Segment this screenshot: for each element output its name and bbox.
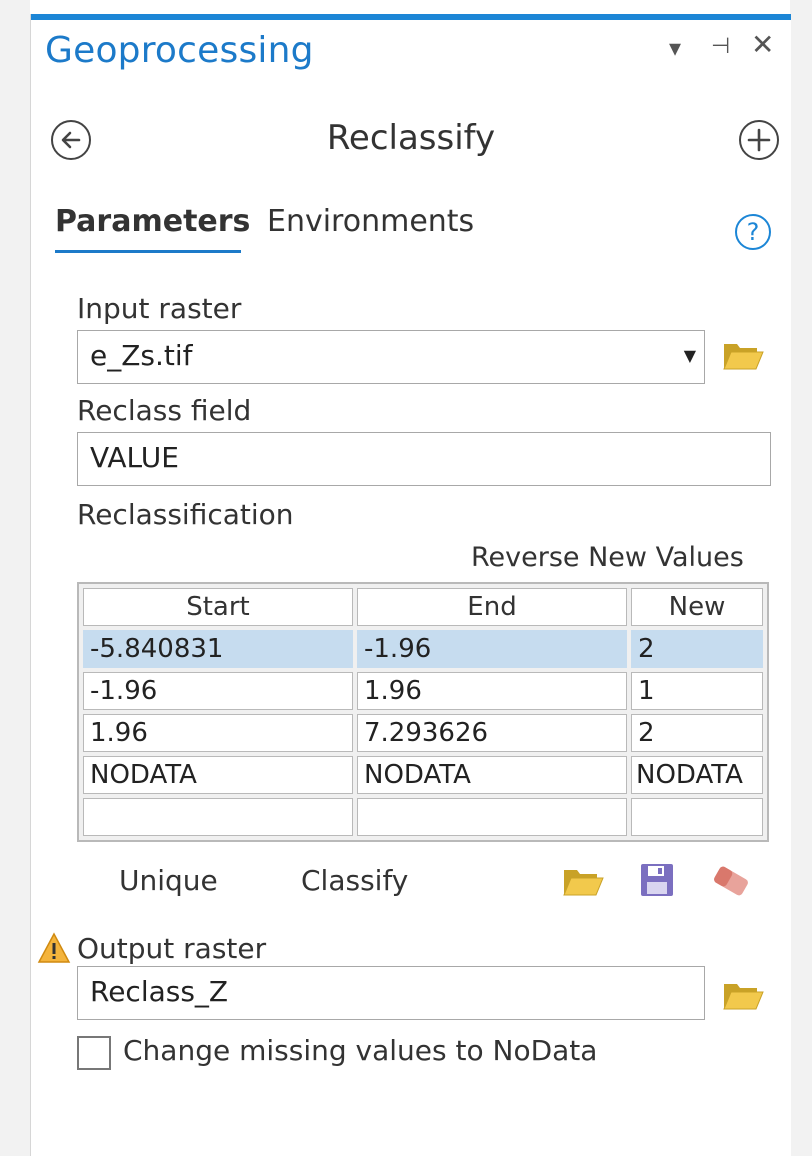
input-raster-select[interactable]: e_Zs.tif ▼	[77, 330, 705, 384]
output-raster-label: Output raster	[77, 932, 267, 965]
reclass-field-value: VALUE	[90, 441, 179, 474]
output-raster-value: Reclass_Z	[90, 975, 229, 1008]
tab-environments[interactable]: Environments	[267, 204, 474, 239]
table-cell-start[interactable]: 1.96	[83, 714, 353, 752]
pane-title: Geoprocessing	[45, 30, 314, 71]
add-circle-icon	[747, 128, 771, 152]
chevron-down-icon[interactable]: ▾	[669, 34, 681, 62]
table-cell-new[interactable]	[631, 798, 763, 836]
table-cell-start[interactable]: -1.96	[83, 672, 353, 710]
table-cell-new[interactable]: 2	[631, 630, 763, 668]
folder-icon	[563, 870, 604, 896]
table-cell-end[interactable]: 1.96	[357, 672, 627, 710]
table-cell-end[interactable]: 7.293626	[357, 714, 627, 752]
save-icon	[641, 864, 673, 896]
input-raster-value: e_Zs.tif	[90, 339, 193, 372]
unique-button[interactable]: Unique	[119, 864, 218, 897]
add-button[interactable]	[739, 120, 779, 160]
reclassification-label: Reclassification	[77, 498, 294, 531]
tool-title: Reclassify	[326, 118, 496, 158]
table-cell-end[interactable]: -1.96	[357, 630, 627, 668]
load-remap-button[interactable]	[561, 862, 605, 904]
table-cell-new[interactable]: 2	[631, 714, 763, 752]
missing-to-nodata-checkbox[interactable]	[77, 1036, 111, 1070]
warning-icon	[37, 932, 71, 968]
eraser-icon	[714, 866, 748, 896]
tab-parameters[interactable]: Parameters	[55, 204, 250, 239]
table-cell-end[interactable]: NODATA	[357, 756, 627, 794]
column-header-end[interactable]: End	[357, 588, 627, 626]
table-cell-end[interactable]	[357, 798, 627, 836]
left-panel-edge	[0, 0, 30, 1156]
dropdown-arrow-icon: ▼	[683, 346, 696, 365]
geoprocessing-pane: Geoprocessing ▾ ⊣ ✕ Reclassify Parameter…	[30, 14, 791, 1156]
reclass-field-label: Reclass field	[77, 394, 252, 427]
close-icon[interactable]: ✕	[751, 28, 774, 61]
reclass-field-select[interactable]: VALUE	[77, 432, 771, 486]
clear-remap-button[interactable]	[709, 862, 753, 904]
output-raster-browse-button[interactable]	[721, 976, 765, 1018]
input-raster-label: Input raster	[77, 292, 242, 325]
column-header-start[interactable]: Start	[83, 588, 353, 626]
table-cell-start[interactable]: NODATA	[83, 756, 353, 794]
reverse-new-values-button[interactable]: Reverse New Values	[471, 542, 744, 573]
help-icon[interactable]: ?	[735, 214, 771, 250]
save-remap-button[interactable]	[639, 862, 675, 902]
output-raster-input[interactable]: Reclass_Z	[77, 966, 705, 1020]
classify-button[interactable]: Classify	[301, 864, 408, 897]
input-raster-browse-button[interactable]	[721, 336, 765, 378]
column-header-new[interactable]: New	[631, 588, 763, 626]
pane-accent-bar	[31, 14, 791, 20]
table-cell-new[interactable]: NODATA	[631, 756, 763, 794]
table-cell-start[interactable]	[83, 798, 353, 836]
reclassification-table: Start End New -5.840831 -1.96 2 -1.96 1.…	[77, 582, 769, 842]
missing-to-nodata-label: Change missing values to NoData	[123, 1034, 598, 1067]
table-cell-new[interactable]: 1	[631, 672, 763, 710]
folder-icon	[723, 344, 764, 370]
folder-icon	[723, 984, 764, 1010]
right-panel-edge	[790, 0, 812, 1156]
table-cell-start[interactable]: -5.840831	[83, 630, 353, 668]
tab-active-indicator	[55, 250, 241, 253]
pin-icon[interactable]: ⊣	[711, 34, 730, 59]
